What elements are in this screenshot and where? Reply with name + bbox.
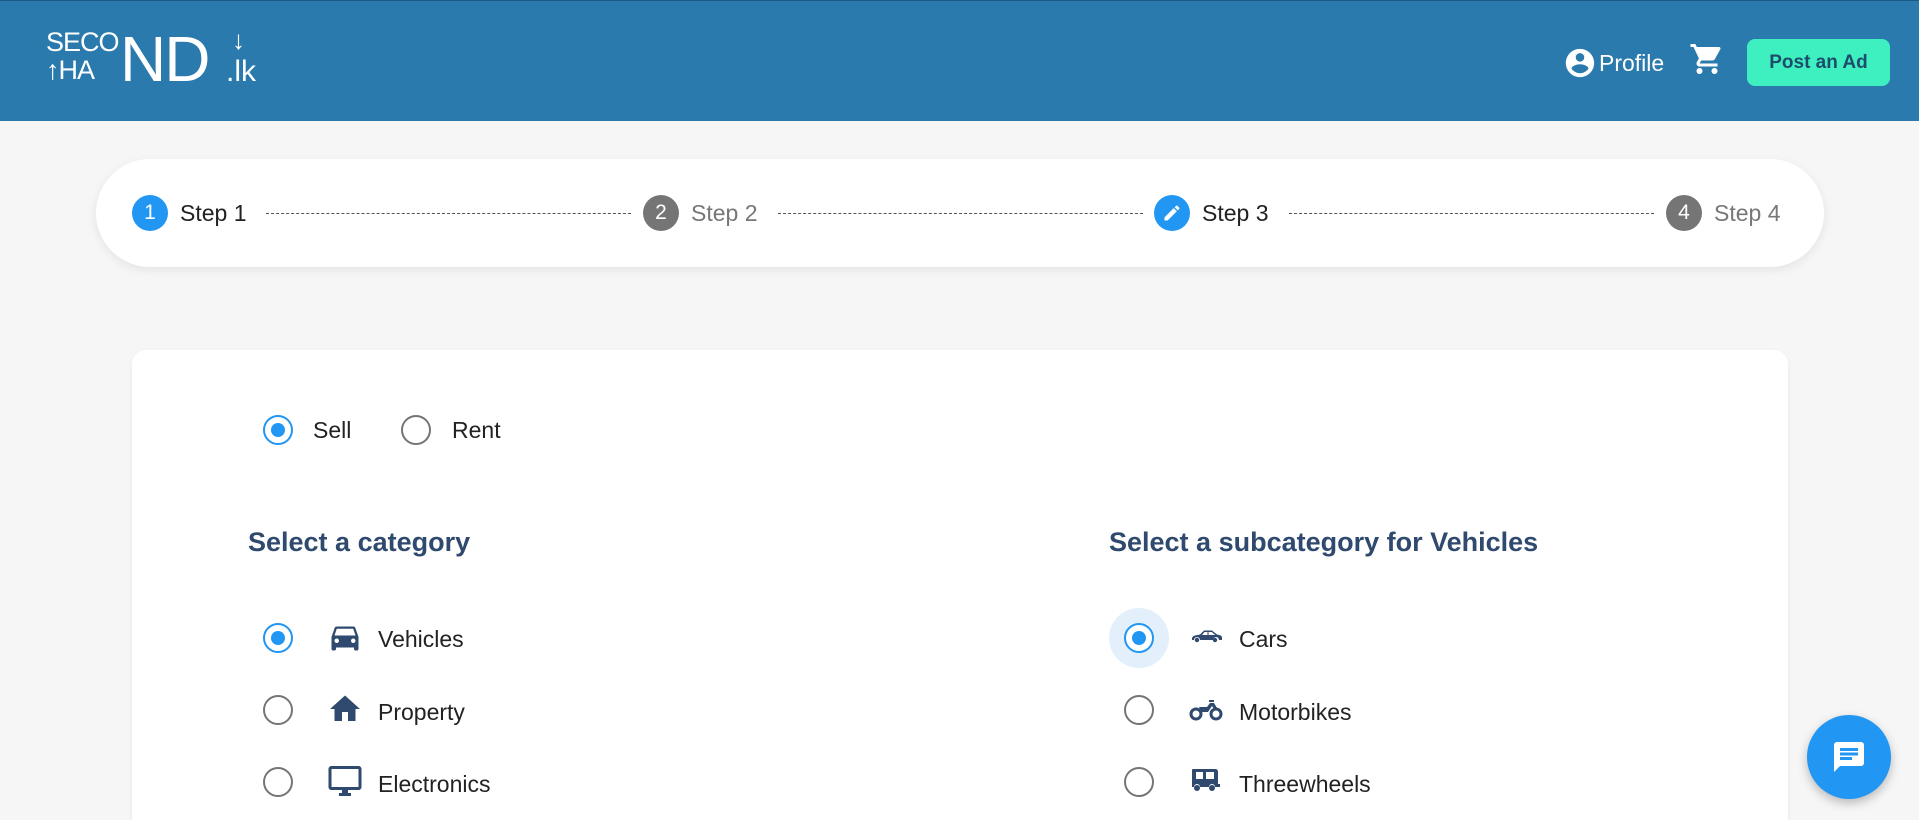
car-side-icon (1192, 630, 1222, 643)
profile-label: Profile (1599, 49, 1665, 76)
motorbike-icon (1189, 700, 1223, 721)
step-4-label: Step 4 (1714, 199, 1781, 226)
subcategory-radio-threewheels[interactable] (1124, 767, 1154, 797)
monitor-icon (328, 766, 362, 796)
category-radio-property[interactable] (263, 695, 293, 725)
step-1-label: Step 1 (180, 199, 247, 226)
logo-suffix: .lk (226, 55, 256, 88)
category-radio-vehicles[interactable] (263, 623, 293, 653)
top-header: SECO ↑HA ND ↓ .lk Profile Post an Ad (0, 0, 1919, 121)
category-radio-electronics[interactable] (263, 767, 293, 797)
category-title: Select a category (248, 527, 471, 557)
chat-icon (1834, 742, 1864, 772)
step-connector (1289, 213, 1654, 214)
subcategory-radio-motorbikes[interactable] (1124, 695, 1154, 725)
step-4[interactable]: 4 Step 4 (1666, 195, 1781, 231)
category-label-property: Property (378, 699, 465, 725)
subcategory-radio-cars[interactable] (1124, 623, 1154, 653)
step-connector (778, 213, 1143, 214)
step-1-number: 1 (132, 195, 168, 231)
post-ad-button[interactable]: Post an Ad (1747, 39, 1890, 86)
ad-form-card (132, 350, 1788, 820)
chat-button[interactable] (1807, 715, 1891, 799)
logo-line2: ↑HA (46, 55, 95, 85)
threewheeler-icon (1192, 769, 1220, 791)
rent-radio[interactable] (401, 415, 431, 445)
site-logo[interactable]: SECO ↑HA ND ↓ .lk (46, 27, 266, 91)
subcategory-label-threewheels: Threewheels (1239, 771, 1371, 797)
car-icon (331, 626, 359, 651)
step-3-label: Step 3 (1202, 199, 1269, 226)
subcategory-title: Select a subcategory for Vehicles (1109, 527, 1539, 557)
house-icon (330, 695, 360, 721)
step-4-number: 4 (1666, 195, 1702, 231)
step-connector (266, 213, 631, 214)
subcategory-label-cars: Cars (1239, 626, 1288, 652)
cart-icon[interactable] (1689, 41, 1725, 77)
category-label-electronics: Electronics (378, 771, 491, 797)
subcategory-label-motorbikes: Motorbikes (1239, 699, 1352, 725)
progress-stepper: 1 Step 1 2 Step 2 Step 3 4 Step 4 (96, 159, 1824, 267)
step-2-label: Step 2 (691, 199, 758, 226)
sell-label: Sell (313, 417, 352, 443)
pencil-icon (1154, 195, 1190, 231)
step-3[interactable]: Step 3 (1154, 195, 1269, 231)
step-2-number: 2 (643, 195, 679, 231)
logo-line1: SECO (46, 27, 120, 57)
account-circle-icon (1565, 48, 1595, 78)
step-2[interactable]: 2 Step 2 (643, 195, 758, 231)
step-1[interactable]: 1 Step 1 (132, 195, 247, 231)
sell-radio[interactable] (263, 415, 293, 445)
logo-arrow-icon: ↓ (232, 25, 245, 55)
category-label-vehicles: Vehicles (378, 626, 464, 652)
logo-big: ND (120, 23, 210, 95)
rent-label: Rent (452, 417, 501, 443)
profile-link[interactable]: Profile (1563, 43, 1664, 83)
